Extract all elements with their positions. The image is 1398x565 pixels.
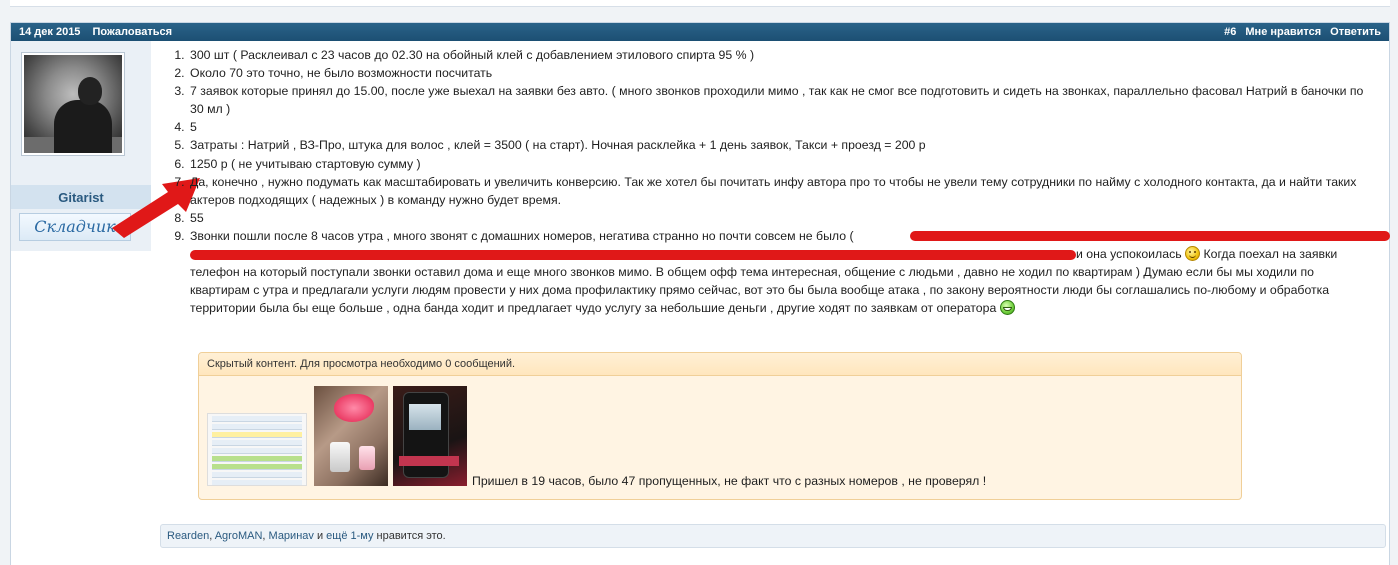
post-header: 14 дек 2015 Пожаловаться #6 Мне нравится…: [11, 23, 1389, 41]
thumb-row: [212, 464, 302, 470]
thumb-row: [212, 448, 302, 454]
phone-photo-thumbnail[interactable]: [393, 386, 467, 486]
list-item: Звонки пошли после 8 часов утра , много …: [188, 227, 1390, 245]
list-item: 7 заявок которые принял до 15.00, после …: [188, 82, 1370, 118]
post-date: 14 дек 2015: [19, 26, 81, 38]
continuation-paragraph: телефон на который поступали звонки оста…: [190, 263, 1370, 317]
likes-more-link[interactable]: ещё 1-му: [326, 530, 373, 542]
avatar[interactable]: [21, 52, 125, 156]
grin-icon: [999, 300, 1015, 316]
like-user-link[interactable]: AgroMAN: [215, 530, 263, 542]
list-item: Да, конечно , нужно подумать как масштаб…: [188, 173, 1370, 209]
list-item: Затраты : Натрий , ВЗ-Про, штука для вол…: [188, 136, 1370, 154]
item-9-continuation: и она успокоилась Когда поехал на заявки…: [190, 245, 1370, 317]
photo-bag-shape: [334, 394, 374, 422]
thumb-row: [212, 480, 302, 485]
thumb-row: [212, 424, 302, 430]
likes-and: и: [313, 530, 327, 542]
thumb-row: [212, 440, 302, 446]
photo-phone-screen: [409, 404, 441, 430]
like-user-link[interactable]: Маринаv: [269, 530, 314, 542]
post-number-link[interactable]: #6: [1224, 26, 1236, 38]
bottles-photo-thumbnail[interactable]: [314, 386, 388, 486]
list-item-text: Звонки пошли после 8 часов утра , много …: [190, 228, 854, 243]
list-item: 300 шт ( Расклеивал с 23 часов до 02.30 …: [188, 46, 1370, 64]
like-user-link[interactable]: Rearden: [167, 530, 209, 542]
hidden-content-box: Скрытый контент. Для просмотра необходим…: [198, 352, 1242, 500]
calmed-down-text: и она успокоилась: [1076, 247, 1182, 262]
post-content: 300 шт ( Расклеивал с 23 часов до 02.30 …: [150, 46, 1390, 317]
avatar-figure-body: [54, 100, 112, 153]
hidden-content-header: Скрытый контент. Для просмотра необходим…: [199, 353, 1241, 376]
continuation-line-1: и она успокоилась Когда поехал на заявки: [190, 245, 1370, 263]
list-item: Около 70 это точно, не было возможности …: [188, 64, 1370, 82]
thumb-row: [212, 472, 302, 478]
list-item: 5: [188, 118, 1370, 136]
photo-jar-shape: [359, 446, 375, 470]
list-item: 55: [188, 209, 1370, 227]
redacted-text: [190, 250, 1076, 261]
avatar-image: [24, 55, 122, 153]
post-header-right: #6 Мне нравится Ответить: [1215, 26, 1381, 38]
post-header-left: 14 дек 2015 Пожаловаться: [19, 26, 181, 38]
list-item: 1250 р ( не учитываю стартовую сумму ): [188, 155, 1370, 173]
page-scrollbar[interactable]: [1392, 0, 1398, 565]
spreadsheet-thumbnail[interactable]: [207, 413, 307, 486]
thumb-row: [212, 432, 302, 438]
hidden-caption: Пришел в 19 часов, было 47 пропущенных, …: [472, 474, 987, 488]
thumb-row: [212, 416, 302, 422]
thumb-row: [212, 456, 302, 462]
previous-post-edge: [10, 0, 1390, 7]
like-link[interactable]: Мне нравится: [1245, 26, 1321, 38]
likes-summary: Rearden, AgroMAN, Маринаv и ещё 1-му нра…: [160, 524, 1386, 548]
went-to-orders-text: Когда поехал на заявки: [1203, 247, 1338, 262]
reply-link[interactable]: Ответить: [1330, 26, 1381, 38]
continuation-line-1-text: и она успокоилась Когда поехал на заявки: [1076, 245, 1337, 263]
continuation-text: телефон на который поступали звонки оста…: [190, 265, 1330, 316]
avatar-figure-head: [78, 77, 102, 105]
answer-list: 300 шт ( Расклеивал с 23 часов до 02.30 …: [150, 46, 1390, 245]
photo-jar-shape: [330, 442, 350, 472]
photo-phone-strip: [399, 456, 459, 466]
smile-icon: [1185, 246, 1201, 262]
redacted-text: [910, 230, 1390, 241]
report-link[interactable]: Пожаловаться: [93, 26, 173, 38]
likes-suffix: нравится это.: [373, 530, 446, 542]
